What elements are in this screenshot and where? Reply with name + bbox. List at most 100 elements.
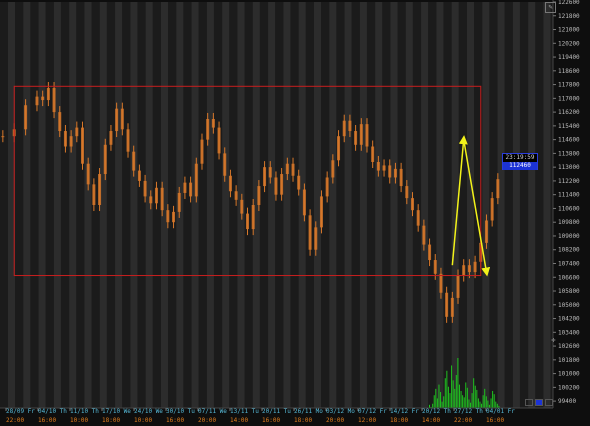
- candle-body: [149, 196, 153, 204]
- y-tick-label: 121000: [558, 27, 580, 34]
- crosshair-icon[interactable]: ✛: [550, 337, 557, 344]
- session-stripe: [314, 2, 321, 408]
- volume-bar: [473, 378, 475, 408]
- x-date-label: 13/11 Tu: [230, 408, 259, 415]
- x-time-label: 10:00: [70, 417, 88, 424]
- candle-body: [314, 227, 318, 250]
- y-tick-label: 100200: [558, 384, 580, 391]
- volume-bar: [460, 390, 462, 408]
- candle-body: [285, 163, 289, 175]
- candle-body: [246, 213, 249, 230]
- y-tick-label: 101800: [558, 357, 580, 364]
- candle-body: [223, 153, 227, 176]
- volume-bar: [455, 375, 457, 408]
- candle-body: [428, 244, 432, 261]
- volume-bar: [493, 394, 495, 408]
- zoom-in-icon[interactable]: [545, 399, 553, 406]
- volume-bar: [477, 398, 479, 408]
- session-stripe: [467, 2, 474, 408]
- drawing-tool-icon[interactable]: ✎: [545, 2, 556, 13]
- candle-body: [376, 161, 380, 171]
- x-date-label: 04/10 Th: [38, 408, 67, 415]
- candle-body: [92, 184, 96, 205]
- x-date-label: 27/12 Th: [454, 408, 483, 415]
- candle-body: [297, 175, 301, 190]
- candle-body: [257, 186, 261, 205]
- x-date-label: 30/10 Tu: [166, 408, 195, 415]
- session-stripe: [268, 2, 276, 408]
- volume-bar: [449, 393, 451, 408]
- candle-body: [325, 177, 329, 197]
- last-price-flag: 23:19:59 112460: [502, 153, 538, 170]
- candle-body: [490, 198, 494, 221]
- candle-body: [291, 163, 295, 176]
- session-stripe: [191, 2, 199, 408]
- y-tick-label: 104200: [558, 316, 580, 323]
- candle-body: [154, 187, 158, 204]
- candle-body: [484, 220, 488, 243]
- y-tick-label: 122600: [558, 0, 580, 6]
- candle-body: [473, 261, 477, 273]
- session-stripe: [436, 2, 444, 408]
- zoom-out-icon[interactable]: [525, 399, 533, 406]
- candle-body: [132, 151, 136, 171]
- candle-body: [405, 186, 409, 199]
- volume-bar: [438, 384, 440, 408]
- y-tick-label: 113800: [558, 150, 580, 157]
- candle-body: [359, 124, 363, 145]
- y-tick-label: 109800: [558, 219, 580, 226]
- candle-body: [177, 192, 181, 212]
- session-stripe: [421, 2, 429, 408]
- candle-body: [280, 174, 284, 195]
- x-date-label: 07/11 We: [198, 408, 227, 415]
- x-date-label: 14/12 Fr: [390, 408, 419, 415]
- x-time-label: 22:00: [454, 417, 472, 424]
- candle-body: [268, 167, 272, 178]
- price-chart[interactable]: 99400 100200 101000 101800 102600 103400 10420…: [0, 0, 590, 426]
- candle-body: [81, 127, 84, 164]
- candle-body: [433, 260, 437, 274]
- candle-body: [251, 205, 255, 230]
- y-tick-label: 117000: [558, 95, 580, 102]
- candle-body: [35, 96, 39, 106]
- last-price-label: 112460: [503, 162, 537, 170]
- volume-bar: [484, 388, 486, 408]
- session-stripe: [145, 2, 153, 408]
- session-stripe: [84, 2, 92, 408]
- candle-body: [211, 118, 215, 128]
- candle-body: [103, 144, 107, 175]
- y-tick-label: 120200: [558, 40, 580, 47]
- candle-body: [422, 225, 426, 245]
- candle-body: [302, 189, 306, 216]
- volume-bar: [452, 380, 454, 408]
- zoom-reset-icon[interactable]: [535, 399, 543, 406]
- x-date-label: 20/12 Th: [422, 408, 451, 415]
- volume-bar: [436, 398, 438, 408]
- chart-window: 99400 100200 101000 101800 102600 103400 10420…: [0, 0, 590, 426]
- session-stripe: [497, 2, 505, 408]
- candle-body: [126, 129, 130, 152]
- x-time-label: 18:00: [294, 417, 312, 424]
- volume-bar: [454, 388, 456, 408]
- x-date-label: 20/11 Tu: [262, 408, 291, 415]
- x-time-label: 18:00: [102, 417, 120, 424]
- y-tick-label: 105800: [558, 288, 580, 295]
- y-tick-label: 113000: [558, 164, 580, 171]
- y-tick-label: 118600: [558, 68, 580, 75]
- x-time-label: 14:00: [422, 417, 440, 424]
- volume-bar: [462, 395, 464, 408]
- volume-bar: [487, 400, 489, 408]
- candle-body: [416, 210, 420, 226]
- candle-body: [166, 210, 170, 223]
- candle-body: [439, 273, 443, 293]
- y-tick-label: 110600: [558, 205, 580, 212]
- candle-body: [75, 127, 79, 137]
- candle-body: [308, 215, 312, 250]
- volume-bar: [433, 395, 435, 408]
- x-date-label: 07/12 Fr: [358, 408, 387, 415]
- session-stripe: [222, 2, 230, 408]
- candle-body: [41, 96, 45, 101]
- session-stripe: [38, 2, 46, 408]
- x-time-label: 20:00: [198, 417, 216, 424]
- volume-bar: [471, 393, 473, 408]
